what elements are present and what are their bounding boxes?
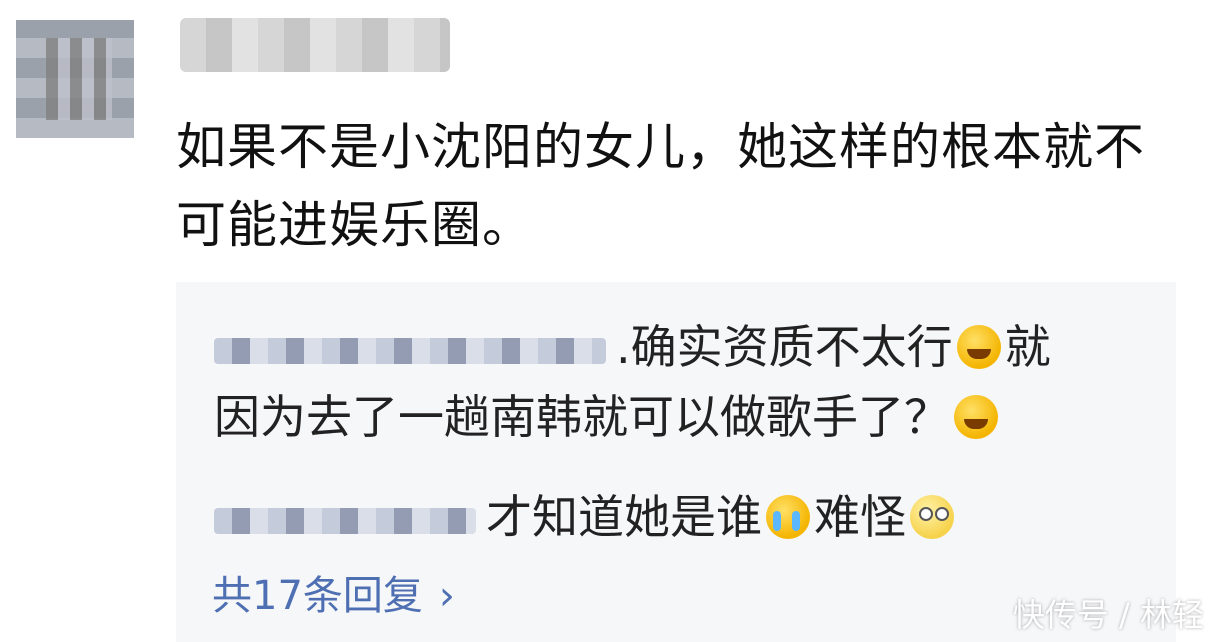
reply-text: 才知道她是谁 [486,490,762,544]
reply-box: .确实资质不太行就 因为去了一趟南韩就可以做歌手了？ 才知道她是谁 难怪 共17条… [176,282,1176,642]
reply-count-link[interactable]: 共17条回复 › [212,572,455,620]
crying-emoji-icon [766,495,810,539]
reply-item: .确实资质不太行就 因为去了一趟南韩就可以做歌手了？ [214,312,1134,452]
eye-roll-emoji-icon [910,495,954,539]
reply-username-blurred[interactable] [214,337,606,364]
reply-item: 才知道她是谁 难怪 [214,482,1134,552]
laughing-tears-emoji-icon [954,395,998,439]
reply-text: 因为去了一趟南韩就可以做歌手了？ [214,390,950,444]
reply-count-label: 共17条回复 [212,573,423,619]
reply-prefix: . [616,320,631,374]
reply-text: 就 [1004,320,1051,374]
reply-username-blurred[interactable] [214,507,476,534]
watermark: 快传号 / 林轻 [1012,596,1204,634]
laughing-tears-emoji-icon [956,325,1001,369]
avatar[interactable] [16,20,134,138]
reply-text: 确实资质不太行 [630,320,953,374]
username-blurred[interactable] [180,18,450,72]
chevron-right-icon: › [438,573,455,619]
reply-text: 难怪 [814,490,906,544]
comment-text: 如果不是小沈阳的女儿，她这样的根本就不可能进娱乐圈。 [176,118,1145,254]
